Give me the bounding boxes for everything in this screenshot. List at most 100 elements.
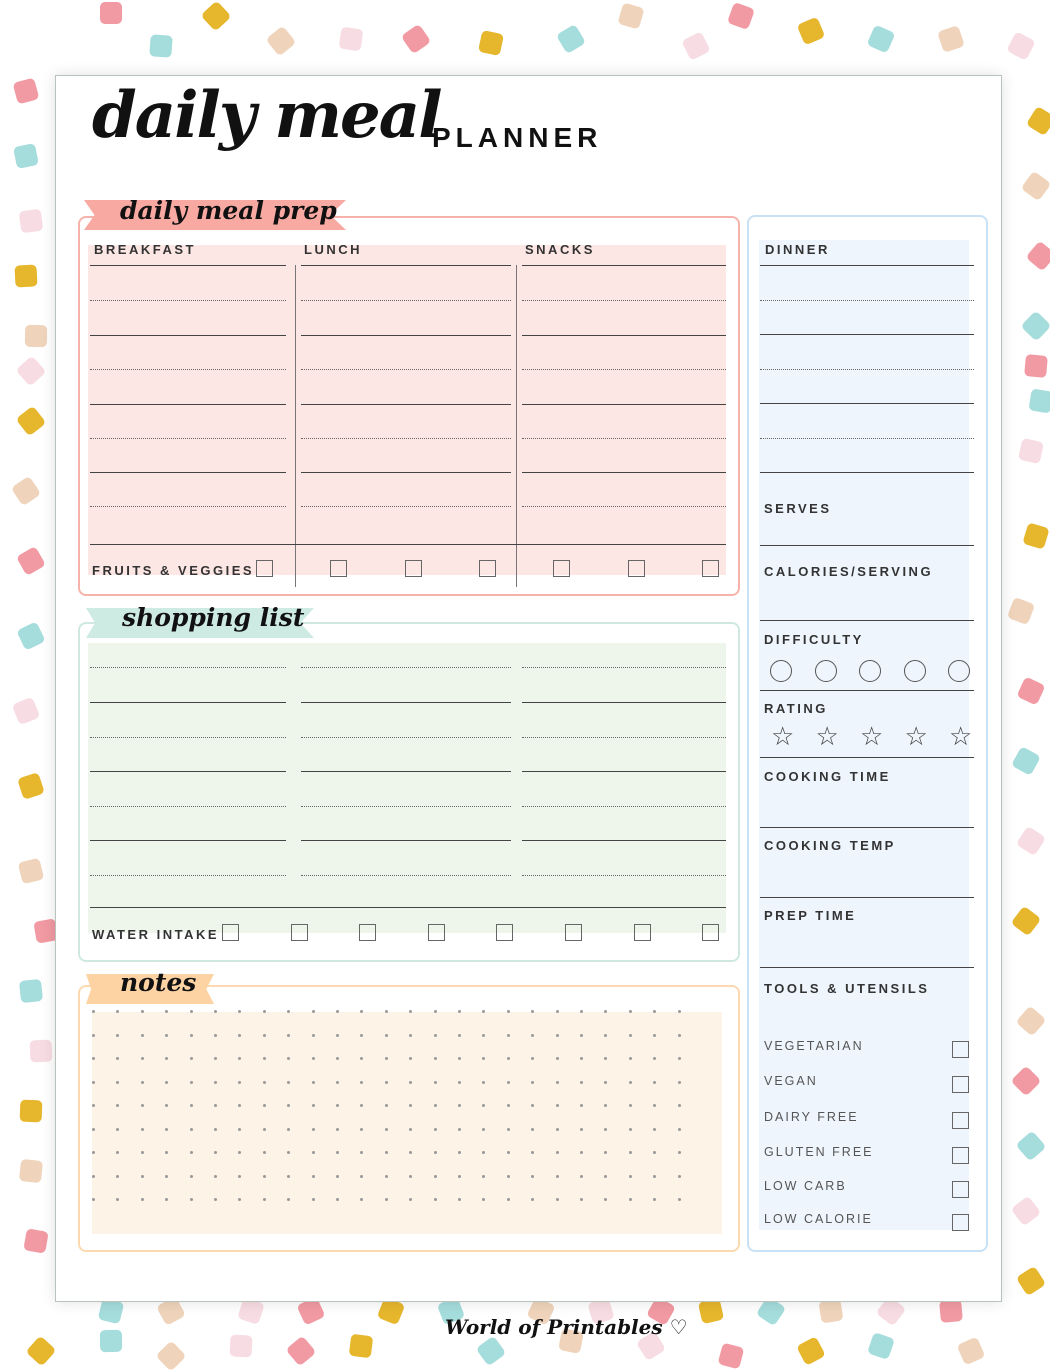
meal-line[interactable] bbox=[522, 335, 726, 336]
shopping-line[interactable] bbox=[301, 840, 511, 841]
meal-line[interactable] bbox=[301, 335, 511, 336]
shopping-dotted-line[interactable] bbox=[522, 667, 726, 668]
diet-option-checkbox[interactable] bbox=[952, 1214, 969, 1231]
water-checkbox[interactable] bbox=[359, 924, 377, 941]
note-dot bbox=[384, 1010, 388, 1013]
meal-dotted-line[interactable] bbox=[522, 438, 726, 439]
prep-time-field[interactable] bbox=[760, 967, 974, 968]
meal-line[interactable] bbox=[301, 404, 511, 405]
star-icon[interactable]: ☆ bbox=[816, 723, 839, 749]
note-dot bbox=[336, 1057, 339, 1060]
shopping-line[interactable] bbox=[90, 771, 286, 772]
star-icon[interactable]: ☆ bbox=[949, 723, 972, 749]
water-checkbox[interactable] bbox=[633, 924, 651, 941]
shopping-title: shopping list bbox=[122, 603, 305, 632]
star-icon[interactable]: ☆ bbox=[860, 723, 883, 749]
meal-line[interactable] bbox=[301, 472, 511, 473]
meal-line[interactable] bbox=[522, 472, 726, 473]
shopping-dotted-line[interactable] bbox=[90, 806, 286, 807]
serves-field[interactable] bbox=[760, 545, 974, 546]
diet-option-checkbox[interactable] bbox=[952, 1147, 969, 1164]
difficulty-circle[interactable] bbox=[903, 660, 926, 682]
confetti-shape bbox=[477, 29, 505, 57]
shopping-line[interactable] bbox=[90, 840, 286, 841]
water-checkbox[interactable] bbox=[427, 924, 445, 941]
dinner-line[interactable] bbox=[760, 334, 974, 335]
meal-dotted-line[interactable] bbox=[522, 506, 726, 507]
diet-option-checkbox[interactable] bbox=[952, 1112, 969, 1129]
meal-line[interactable] bbox=[301, 265, 511, 266]
fruits-checkbox[interactable] bbox=[553, 560, 571, 577]
shopping-line[interactable] bbox=[301, 771, 511, 772]
shopping-dotted-line[interactable] bbox=[90, 875, 286, 876]
fruits-checkbox[interactable] bbox=[256, 560, 273, 577]
diet-option-checkbox[interactable] bbox=[952, 1181, 969, 1198]
meal-dotted-line[interactable] bbox=[301, 438, 511, 439]
difficulty-circle[interactable] bbox=[859, 660, 881, 682]
shopping-dotted-line[interactable] bbox=[301, 806, 511, 807]
note-dot bbox=[677, 1010, 681, 1013]
star-icon[interactable]: ☆ bbox=[905, 723, 928, 749]
fruits-checkbox[interactable] bbox=[404, 560, 422, 577]
meal-dotted-line[interactable] bbox=[90, 506, 286, 507]
calories-field[interactable] bbox=[760, 620, 974, 621]
shopping-line[interactable] bbox=[522, 771, 726, 772]
meal-dotted-line[interactable] bbox=[301, 506, 511, 507]
water-checkbox[interactable] bbox=[290, 924, 308, 941]
shopping-dotted-line[interactable] bbox=[522, 806, 726, 807]
shopping-dotted-line[interactable] bbox=[90, 737, 286, 738]
diet-option-checkbox[interactable] bbox=[952, 1076, 969, 1093]
note-dot bbox=[214, 1104, 217, 1107]
dinner-line[interactable] bbox=[760, 265, 974, 266]
cooking-time-field[interactable] bbox=[760, 827, 974, 828]
meal-line[interactable] bbox=[522, 265, 726, 266]
meal-line[interactable] bbox=[522, 404, 726, 405]
dinner-dotted-line[interactable] bbox=[760, 438, 974, 439]
meal-dotted-line[interactable] bbox=[90, 300, 286, 301]
dinner-dotted-line[interactable] bbox=[760, 369, 974, 370]
meal-line[interactable] bbox=[90, 335, 286, 336]
meal-dotted-line[interactable] bbox=[90, 369, 286, 370]
shopping-dotted-line[interactable] bbox=[522, 875, 726, 876]
confetti-shape bbox=[1010, 1065, 1042, 1097]
shopping-dotted-line[interactable] bbox=[301, 667, 511, 668]
diet-option-checkbox[interactable] bbox=[952, 1041, 969, 1058]
meal-line[interactable] bbox=[90, 472, 286, 473]
water-checkbox[interactable] bbox=[222, 924, 239, 941]
star-icon[interactable]: ☆ bbox=[771, 723, 794, 749]
meal-dotted-line[interactable] bbox=[301, 300, 511, 301]
water-checkbox[interactable] bbox=[702, 924, 720, 941]
shopping-dotted-line[interactable] bbox=[301, 875, 511, 876]
water-checkbox[interactable] bbox=[496, 924, 514, 941]
cooking-temp-field[interactable] bbox=[760, 897, 974, 898]
meal-dotted-line[interactable] bbox=[90, 438, 286, 439]
water-checkbox[interactable] bbox=[565, 924, 582, 941]
fruits-checkbox[interactable] bbox=[701, 560, 719, 577]
difficulty-circle[interactable] bbox=[948, 660, 970, 682]
shopping-dotted-line[interactable] bbox=[522, 737, 726, 738]
difficulty-circle[interactable] bbox=[770, 660, 792, 682]
note-dot bbox=[262, 1198, 266, 1201]
shopping-line[interactable] bbox=[522, 840, 726, 841]
note-dot bbox=[140, 1104, 144, 1107]
note-dot bbox=[384, 1033, 388, 1037]
meal-line[interactable] bbox=[90, 404, 286, 405]
shopping-line[interactable] bbox=[301, 702, 511, 703]
shopping-line[interactable] bbox=[522, 702, 726, 703]
difficulty-circle[interactable] bbox=[814, 660, 837, 682]
dinner-dotted-line[interactable] bbox=[760, 300, 974, 301]
fruits-checkbox[interactable] bbox=[627, 560, 645, 577]
note-dot bbox=[140, 1057, 144, 1060]
fruits-checkbox[interactable] bbox=[478, 560, 496, 577]
shopping-dotted-line[interactable] bbox=[90, 667, 286, 668]
meal-dotted-line[interactable] bbox=[522, 300, 726, 301]
meal-dotted-line[interactable] bbox=[301, 369, 511, 370]
confetti-shape bbox=[18, 208, 44, 234]
shopping-dotted-line[interactable] bbox=[301, 737, 511, 738]
dinner-line[interactable] bbox=[760, 403, 974, 404]
meal-dotted-line[interactable] bbox=[522, 369, 726, 370]
dinner-line[interactable] bbox=[760, 472, 974, 473]
shopping-line[interactable] bbox=[90, 702, 286, 703]
meal-line[interactable] bbox=[90, 265, 286, 266]
fruits-checkbox[interactable] bbox=[330, 560, 348, 577]
